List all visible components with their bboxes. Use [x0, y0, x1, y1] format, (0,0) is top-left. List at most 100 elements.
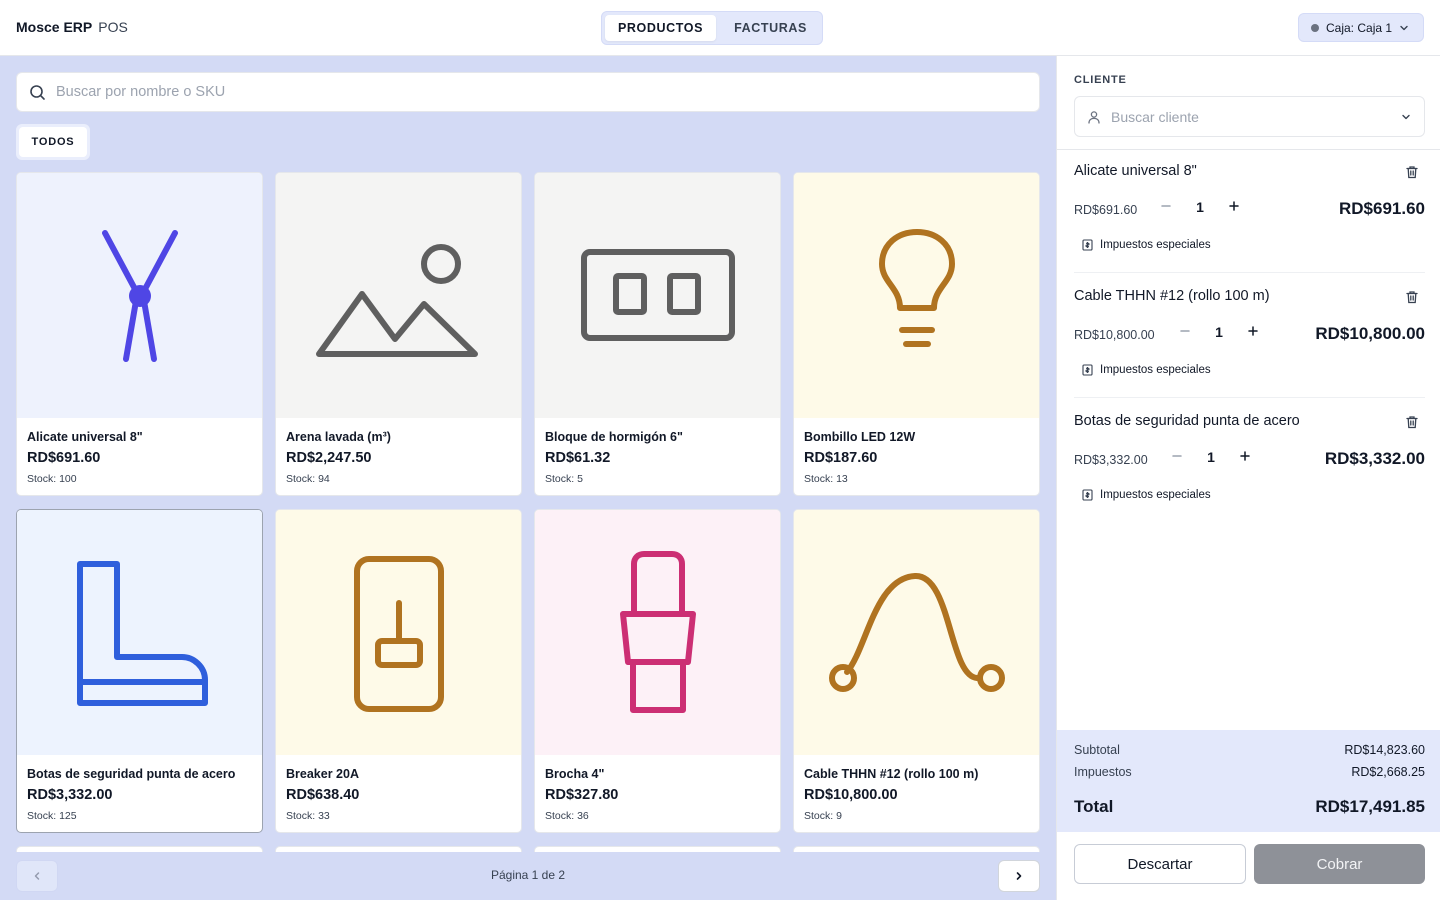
product-card[interactable]: Brocha 4" RD$327.80 Stock: 36: [534, 509, 781, 833]
product-price: RD$2,247.50: [286, 450, 372, 466]
plus-icon: [1240, 451, 1250, 461]
product-image: [276, 510, 521, 755]
trash-icon[interactable]: [1405, 165, 1419, 179]
product-image: [276, 173, 521, 418]
paint-brush-icon: [619, 551, 696, 713]
charge-button[interactable]: Cobrar: [1254, 844, 1425, 884]
trash-icon[interactable]: [1405, 290, 1419, 304]
cart-line-total: RD$691.60: [1338, 199, 1425, 218]
increase-qty-button[interactable]: [1223, 195, 1245, 217]
product-stock: Stock: 36: [545, 810, 589, 822]
decrease-qty-button[interactable]: [1174, 320, 1196, 342]
product-card[interactable]: Alicate universal 8" RD$691.60 Stock: 10…: [16, 172, 263, 496]
product-price: RD$3,332.00: [27, 787, 113, 803]
special-tax-toggle[interactable]: Impuestos especiales: [1082, 239, 1211, 251]
product-image: [535, 173, 780, 418]
product-card[interactable]: Bombillo LED 12W RD$187.60 Stock: 13: [793, 172, 1040, 496]
divider: [1074, 397, 1425, 398]
next-page-button[interactable]: [998, 860, 1040, 892]
product-search: [16, 72, 1040, 112]
subtotal-label: Subtotal: [1074, 743, 1120, 757]
filter-todos[interactable]: TODOS: [19, 127, 87, 157]
product-card[interactable]: Breaker 20A RD$638.40 Stock: 33: [275, 509, 522, 833]
chevron-right-icon: [1016, 872, 1022, 880]
cart-line-unit-price: RD$10,800.00: [1074, 328, 1155, 342]
top-bar: Mosce ERP POS PRODUCTOS FACTURAS Caja: Ca…: [0, 0, 1440, 56]
special-tax-toggle[interactable]: Impuestos especiales: [1082, 489, 1211, 501]
cart-line-total: RD$3,332.00: [1324, 449, 1425, 468]
increase-qty-button[interactable]: [1234, 445, 1256, 467]
total-row: Total RD$17,491.85: [1074, 797, 1425, 817]
search-input[interactable]: [56, 84, 956, 100]
special-tax-toggle[interactable]: Impuestos especiales: [1082, 364, 1211, 376]
product-card[interactable]: Botas de seguridad punta de acero RD$3,3…: [16, 509, 263, 833]
cart-line: Cable THHN #12 (rollo 100 m) RD$10,800.0…: [1074, 280, 1425, 405]
customer-select[interactable]: Buscar cliente: [1074, 96, 1425, 137]
cart-line-qty: 1: [1196, 199, 1204, 215]
safety-boot-icon: [76, 560, 208, 706]
image-placeholder-icon: [315, 243, 478, 357]
decrease-qty-button[interactable]: [1155, 195, 1177, 217]
subtotal-value: RD$14,823.60: [1344, 743, 1425, 757]
decrease-qty-button[interactable]: [1166, 445, 1188, 467]
pliers-icon: [101, 229, 178, 362]
special-tax-label: Impuestos especiales: [1100, 489, 1211, 501]
brand: Mosce ERP POS: [16, 19, 128, 35]
minus-icon: [1172, 455, 1182, 457]
catalog-panel: TODOS Alicate universal 8" RD$691.60 Sto…: [0, 56, 1056, 900]
chevron-down-icon: [1400, 111, 1412, 123]
cart-line-total: RD$10,800.00: [1315, 324, 1425, 343]
divider: [1074, 272, 1425, 273]
product-stock: Stock: 94: [286, 473, 330, 485]
increase-qty-button[interactable]: [1242, 320, 1264, 342]
product-name: Arena lavada (m³): [286, 430, 391, 444]
category-filter: TODOS: [16, 124, 90, 160]
total-value: RD$17,491.85: [1315, 797, 1425, 816]
product-card[interactable]: Bloque de hormigón 6" RD$61.32 Stock: 5: [534, 172, 781, 496]
cable-icon: [828, 572, 1005, 692]
product-stock: Stock: 100: [27, 473, 77, 485]
product-stock: Stock: 5: [545, 473, 583, 485]
tab-productos[interactable]: PRODUCTOS: [605, 15, 716, 41]
page-indicator: Página 1 de 2: [490, 868, 566, 882]
user-icon: [1087, 110, 1101, 124]
cart-line-unit-price: RD$691.60: [1074, 203, 1138, 217]
product-name: Bloque de hormigón 6": [545, 430, 683, 444]
tax-value: RD$2,668.25: [1351, 765, 1425, 779]
receipt-icon: [1082, 489, 1093, 501]
product-stock: Stock: 33: [286, 810, 330, 822]
tab-facturas[interactable]: FACTURAS: [715, 15, 826, 41]
receipt-icon: [1082, 239, 1093, 251]
product-card[interactable]: Arena lavada (m³) RD$2,247.50 Stock: 94: [275, 172, 522, 496]
cart-line-qty: 1: [1215, 324, 1223, 340]
product-name: Brocha 4": [545, 767, 605, 781]
cart-line-unit-price: RD$3,332.00: [1074, 453, 1148, 467]
product-card[interactable]: Cable THHN #12 (rollo 100 m) RD$10,800.0…: [793, 509, 1040, 833]
product-image: [794, 173, 1039, 418]
subtotal-row: Subtotal RD$14,823.60: [1074, 743, 1425, 757]
cart-line-name: Alicate universal 8": [1074, 163, 1197, 179]
breaker-switch-icon: [353, 555, 444, 712]
product-image: [794, 510, 1039, 755]
trash-icon[interactable]: [1405, 415, 1419, 429]
plus-icon: [1229, 201, 1239, 211]
special-tax-label: Impuestos especiales: [1100, 364, 1211, 376]
product-name: Breaker 20A: [286, 767, 359, 781]
cart-line-name: Botas de seguridad punta de acero: [1074, 413, 1300, 429]
register-selector[interactable]: Caja: Caja 1: [1298, 13, 1424, 42]
product-stock: Stock: 9: [804, 810, 842, 822]
plus-icon: [1248, 326, 1258, 336]
discard-button[interactable]: Descartar: [1074, 844, 1246, 884]
tax-label: Impuestos: [1074, 765, 1132, 779]
pagination: Página 1 de 2: [0, 840, 1056, 900]
product-price: RD$691.60: [27, 450, 101, 466]
product-price: RD$327.80: [545, 787, 619, 803]
product-name: Bombillo LED 12W: [804, 430, 916, 444]
product-image: [17, 510, 262, 755]
total-label: Total: [1074, 797, 1114, 816]
module-name: POS: [98, 19, 128, 35]
product-stock: Stock: 125: [27, 810, 77, 822]
view-switcher: PRODUCTOS FACTURAS: [601, 11, 823, 45]
register-label: Caja: Caja 1: [1326, 20, 1393, 35]
receipt-icon: [1082, 364, 1093, 376]
